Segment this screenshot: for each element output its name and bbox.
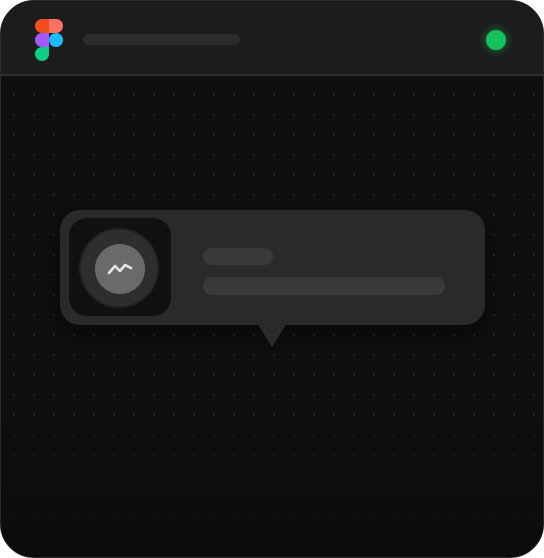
window-title-placeholder (83, 34, 240, 45)
notification-title-placeholder (203, 248, 273, 265)
notification-body-placeholder (203, 277, 445, 295)
title-bar (1, 1, 543, 76)
figma-logo-icon (35, 19, 63, 61)
activity-trend-icon (95, 244, 145, 294)
notification-pointer (257, 323, 287, 347)
online-status-indicator (486, 30, 506, 50)
canvas-fade-overlay (1, 399, 543, 557)
app-window (0, 0, 544, 558)
